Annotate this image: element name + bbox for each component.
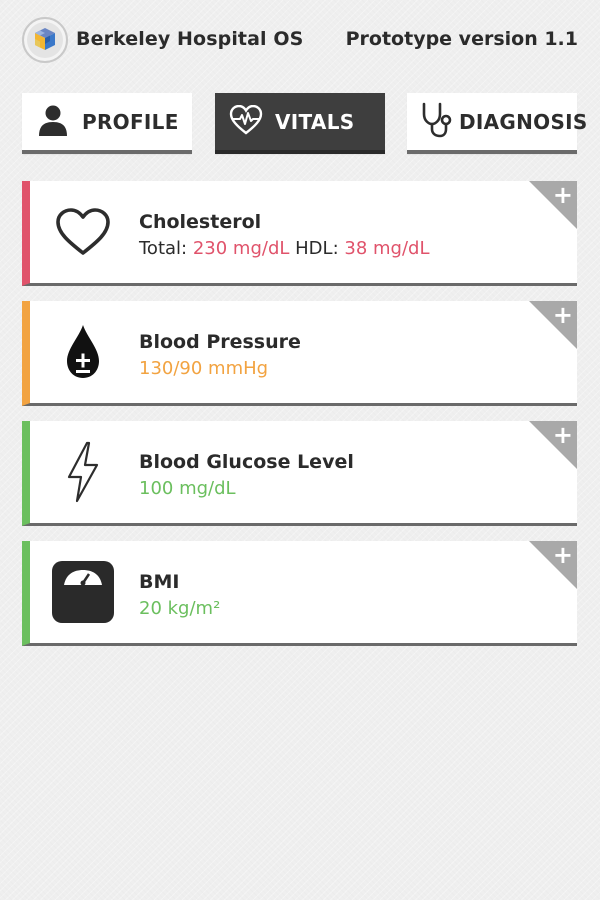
app-title: Berkeley Hospital OS <box>76 28 304 50</box>
heart-icon <box>52 201 114 263</box>
tab-diagnosis[interactable]: DIAGNOSIS <box>407 93 587 154</box>
vital-title: BMI <box>139 571 180 593</box>
stethoscope-icon <box>419 102 453 142</box>
vital-title: Blood Glucose Level <box>139 451 354 473</box>
cholesterol-hdl-value: 38 mg/dL <box>344 238 430 259</box>
hospital-logo-icon <box>22 17 68 63</box>
vital-card-blood-glucose[interactable]: Blood Glucose Level 100 mg/dL + <box>22 421 577 526</box>
scale-icon <box>52 561 114 623</box>
vital-value: 130/90 mmHg <box>139 358 269 379</box>
cholesterol-hdl-label: HDL: <box>295 238 339 259</box>
add-button[interactable]: + <box>553 181 573 209</box>
tab-diagnosis-label: DIAGNOSIS <box>459 109 588 134</box>
vital-value: Total: 230 mg/dL HDL: 38 mg/dL <box>139 238 429 259</box>
heartbeat-icon <box>229 104 263 139</box>
version-label: Prototype version 1.1 <box>345 28 578 50</box>
lightning-icon <box>52 441 114 503</box>
add-button[interactable]: + <box>553 541 573 569</box>
tab-profile-label: PROFILE <box>82 109 179 134</box>
app-header: Berkeley Hospital OS Prototype version 1… <box>0 0 600 82</box>
vital-card-bmi[interactable]: BMI 20 kg/m² + <box>22 541 577 646</box>
add-button[interactable]: + <box>553 301 573 329</box>
add-button[interactable]: + <box>553 421 573 449</box>
cholesterol-total-label: Total: <box>139 238 188 259</box>
tab-vitals-label: VITALS <box>275 109 355 134</box>
vital-title: Cholesterol <box>139 211 262 233</box>
cholesterol-total-value: 230 mg/dL <box>192 238 290 259</box>
tab-vitals[interactable]: VITALS <box>215 93 385 154</box>
blood-drop-icon <box>52 321 114 383</box>
person-icon <box>36 103 70 141</box>
vital-value: 20 kg/m² <box>139 598 221 619</box>
vital-card-cholesterol[interactable]: Cholesterol Total: 230 mg/dL HDL: 38 mg/… <box>22 181 577 286</box>
vital-card-blood-pressure[interactable]: Blood Pressure 130/90 mmHg + <box>22 301 577 406</box>
vital-title: Blood Pressure <box>139 331 301 353</box>
vital-value: 100 mg/dL <box>139 478 236 499</box>
tab-profile[interactable]: PROFILE <box>22 93 192 154</box>
